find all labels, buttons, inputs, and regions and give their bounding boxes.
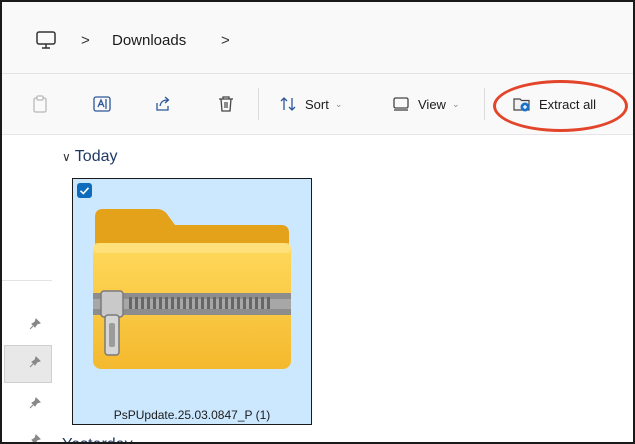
pin-icon[interactable] bbox=[28, 433, 42, 444]
sort-label: Sort bbox=[305, 96, 329, 112]
delete-button[interactable] bbox=[216, 74, 236, 134]
sort-icon bbox=[280, 97, 296, 111]
breadcrumb-downloads[interactable]: Downloads bbox=[112, 32, 186, 49]
toolbar-divider bbox=[258, 88, 259, 120]
toolbar-divider bbox=[484, 88, 485, 120]
chevron-down-icon[interactable]: ∨ bbox=[62, 150, 71, 164]
selection-checkbox[interactable] bbox=[77, 183, 92, 198]
group-header-today[interactable]: ∨ Today bbox=[62, 148, 118, 166]
sort-button[interactable]: Sort ⌄ bbox=[278, 74, 342, 134]
view-button[interactable]: View ⌄ bbox=[391, 74, 460, 134]
highlight-annotation bbox=[493, 80, 628, 132]
breadcrumb-chevron-icon[interactable]: > bbox=[221, 32, 230, 49]
monitor-icon[interactable] bbox=[35, 30, 57, 50]
checkmark-icon bbox=[79, 187, 90, 195]
navigation-pane bbox=[2, 135, 52, 442]
share-icon bbox=[156, 96, 170, 111]
file-explorer-window: > Downloads > Sort ⌄ View ⌄ Extract all … bbox=[0, 0, 635, 444]
breadcrumb-chevron-icon[interactable]: > bbox=[81, 32, 90, 49]
pin-icon[interactable] bbox=[28, 317, 42, 331]
group-header-label: Today bbox=[74, 148, 118, 165]
navigation-divider bbox=[2, 280, 52, 281]
pin-icon[interactable] bbox=[28, 355, 42, 369]
rename-icon bbox=[93, 96, 111, 112]
rename-button[interactable] bbox=[92, 74, 112, 134]
view-icon bbox=[393, 97, 409, 111]
file-name: PsPUpdate.25.03.0847_P (1) bbox=[113, 408, 271, 422]
view-label: View bbox=[418, 96, 446, 112]
address-bar[interactable]: > Downloads > bbox=[2, 2, 633, 74]
paste-button[interactable] bbox=[30, 74, 50, 134]
file-tile[interactable]: PsPUpdate.25.03.0847_P (1) bbox=[72, 178, 312, 425]
group-header-yesterday[interactable]: Yesterday bbox=[62, 436, 133, 442]
share-button[interactable] bbox=[153, 74, 173, 134]
pin-icon[interactable] bbox=[28, 396, 42, 410]
chevron-down-icon: ⌄ bbox=[334, 98, 343, 109]
paste-icon bbox=[33, 95, 47, 113]
zip-folder-icon bbox=[93, 209, 291, 369]
delete-icon bbox=[219, 96, 233, 112]
chevron-down-icon: ⌄ bbox=[451, 98, 460, 109]
